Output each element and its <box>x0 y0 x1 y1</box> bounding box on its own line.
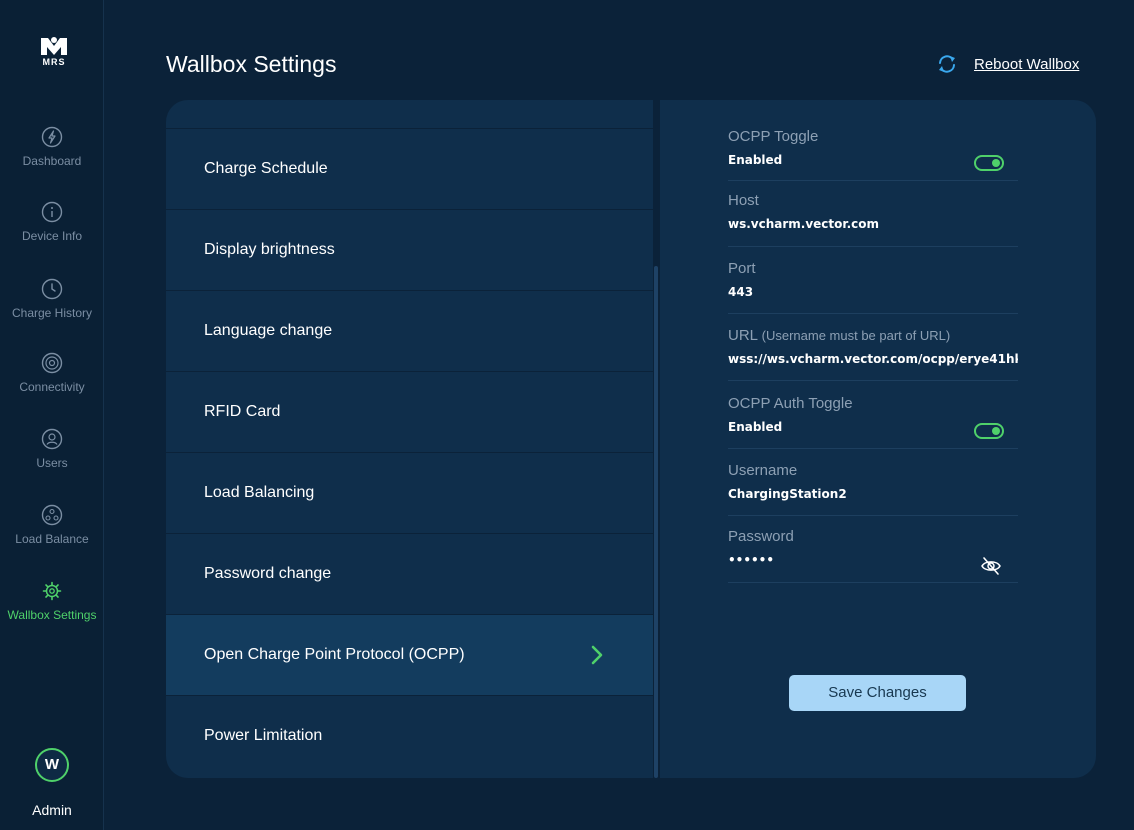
field-label: Password <box>728 528 794 545</box>
user-area[interactable]: W Admin <box>0 748 104 818</box>
ocpp-form: OCPP Toggle Enabled Host ws.vcharm.vecto… <box>660 100 1096 778</box>
load-balance-icon <box>41 504 63 526</box>
field-label: Username <box>728 462 798 479</box>
app-window: MRS Dashboard Device Info Charge History… <box>0 0 1134 830</box>
menu-item-language-change[interactable]: Language change <box>166 290 653 371</box>
host-field[interactable]: Host ws.vcharm.vector.com <box>728 192 1018 247</box>
menu-item-label: Power Limitation <box>204 727 323 744</box>
toggle-knob <box>992 427 1000 435</box>
url-hint: (Username must be part of URL) <box>761 328 951 343</box>
menu-item-label: Open Charge Point Protocol (OCPP) <box>204 646 465 663</box>
nav-item-wallbox-settings[interactable]: Wallbox Settings <box>0 580 104 622</box>
toggle-knob <box>992 159 1000 167</box>
ocpp-auth-toggle-switch[interactable] <box>974 423 1004 439</box>
nav-item-users[interactable]: Users <box>0 428 104 470</box>
nav-item-connectivity[interactable]: Connectivity <box>0 352 104 394</box>
nav-label: Charge History <box>11 306 93 320</box>
reboot-button[interactable]: Reboot Wallbox <box>936 52 1079 76</box>
field-label: OCPP Toggle <box>728 128 819 145</box>
logo: MRS <box>36 36 72 80</box>
menu-item-rfid-card[interactable]: RFID Card <box>166 371 653 452</box>
menu-item-label: Language change <box>204 322 333 339</box>
host-input[interactable]: ws.vcharm.vector.com <box>728 217 1018 231</box>
scrollbar-thumb[interactable] <box>654 266 658 778</box>
nav-label: Connectivity <box>19 380 85 394</box>
clock-icon <box>41 278 63 300</box>
ocpp-auth-toggle-field: OCPP Auth Toggle Enabled <box>728 395 1018 449</box>
avatar[interactable]: W <box>35 748 69 782</box>
nav-label: Dashboard <box>22 154 82 168</box>
reboot-label[interactable]: Reboot Wallbox <box>974 56 1079 73</box>
field-label: Host <box>728 192 759 209</box>
ocpp-toggle-switch[interactable] <box>974 155 1004 171</box>
info-circle-icon <box>41 201 63 223</box>
nav-label: Users <box>36 456 68 470</box>
url-label: URL <box>728 327 758 344</box>
gear-icon <box>42 581 62 601</box>
menu-item-charge-schedule[interactable]: Charge Schedule <box>166 128 653 209</box>
menu-item-label: Charge Schedule <box>204 160 328 177</box>
nav-label: Load Balance <box>15 532 89 546</box>
field-label: Port <box>728 260 756 277</box>
chevron-right-icon <box>591 645 603 665</box>
nav-item-charge-history[interactable]: Charge History <box>0 278 104 320</box>
nav-item-load-balance[interactable]: Load Balance <box>0 504 104 546</box>
nav-label: Device Info <box>21 229 83 243</box>
settings-list: Charge Schedule Display brightness Langu… <box>166 100 653 778</box>
sidebar: MRS Dashboard Device Info Charge History… <box>0 0 104 830</box>
menu-item-label: Load Balancing <box>204 484 315 501</box>
menu-item-label: Password change <box>204 565 332 582</box>
username-input[interactable]: ChargingStation2 <box>728 487 1018 501</box>
wireless-icon <box>41 352 63 374</box>
logo-text: MRS <box>42 57 66 67</box>
nav-label: Wallbox Settings <box>7 608 97 622</box>
ocpp-toggle-field: OCPP Toggle Enabled <box>728 128 1018 181</box>
eye-off-icon[interactable] <box>980 556 1002 576</box>
logo-mark-icon <box>41 37 67 55</box>
save-changes-button[interactable]: Save Changes <box>789 675 966 711</box>
menu-item-ocpp[interactable]: Open Charge Point Protocol (OCPP) <box>166 614 653 695</box>
menu-item-password-change[interactable]: Password change <box>166 533 653 614</box>
menu-item-label: Display brightness <box>204 241 335 258</box>
user-circle-icon <box>41 428 63 450</box>
field-label: URL (Username must be part of URL) <box>728 327 1018 344</box>
password-input[interactable]: •••••• <box>728 553 1018 567</box>
list-scrollbar[interactable] <box>653 100 660 778</box>
user-name: Admin <box>32 802 72 818</box>
port-input[interactable]: 443 <box>728 285 1018 299</box>
refresh-icon <box>939 55 955 73</box>
menu-item-label: RFID Card <box>204 403 281 420</box>
bolt-circle-icon <box>41 126 63 148</box>
menu-item-display-brightness[interactable]: Display brightness <box>166 209 653 290</box>
nav-item-device-info[interactable]: Device Info <box>0 201 104 243</box>
menu-item-load-balancing[interactable]: Load Balancing <box>166 452 653 533</box>
port-field[interactable]: Port 443 <box>728 260 1018 314</box>
field-label: OCPP Auth Toggle <box>728 395 853 412</box>
settings-panel: Charge Schedule Display brightness Langu… <box>166 100 1096 778</box>
username-field[interactable]: Username ChargingStation2 <box>728 462 1018 516</box>
nav-item-dashboard[interactable]: Dashboard <box>0 126 104 168</box>
url-field[interactable]: URL (Username must be part of URL) wss:/… <box>728 327 1018 381</box>
password-field[interactable]: Password •••••• <box>728 528 1018 583</box>
menu-item-power-limitation[interactable]: Power Limitation <box>166 695 653 776</box>
page-title: Wallbox Settings <box>166 51 337 77</box>
url-input[interactable]: wss://ws.vcharm.vector.com/ocpp/erye41hk <box>728 352 1018 366</box>
